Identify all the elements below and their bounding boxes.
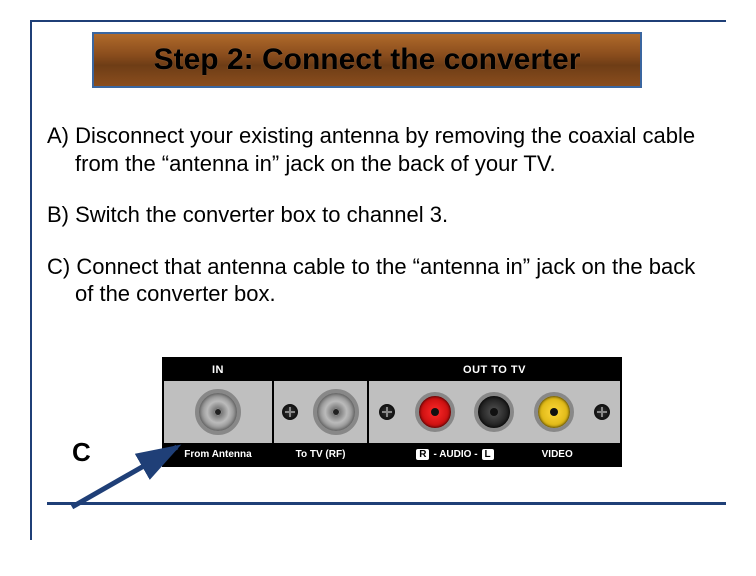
header-in: IN bbox=[164, 359, 272, 381]
jack-from-antenna bbox=[195, 389, 241, 435]
rca-audio-right bbox=[415, 392, 455, 432]
callout-letter-c: C bbox=[72, 437, 91, 468]
step-a: A) Disconnect your existing antenna by r… bbox=[47, 122, 707, 177]
step-a-text: A) Disconnect your existing antenna by r… bbox=[47, 122, 707, 177]
section-out-to-tv: OUT TO TV R - AUDIO - L VIDEO bbox=[369, 359, 620, 465]
rca-video bbox=[534, 392, 574, 432]
video-text: VIDEO bbox=[542, 449, 573, 460]
header-blank: . bbox=[274, 359, 367, 381]
label-from-antenna: From Antenna bbox=[164, 443, 272, 465]
step-c: C) Connect that antenna cable to the “an… bbox=[47, 253, 707, 308]
title-banner: Step 2: Connect the converter bbox=[92, 32, 642, 88]
bottom-rule bbox=[47, 502, 726, 505]
step-b: B) Switch the converter box to channel 3… bbox=[47, 201, 707, 229]
step-c-text: C) Connect that antenna cable to the “an… bbox=[47, 253, 707, 308]
screw-icon bbox=[282, 404, 298, 420]
body-text: A) Disconnect your existing antenna by r… bbox=[47, 122, 707, 332]
section-in: IN From Antenna bbox=[164, 359, 274, 465]
slide-title: Step 2: Connect the converter bbox=[154, 43, 581, 77]
audio-mid-text: - AUDIO - bbox=[433, 449, 477, 460]
screw-icon bbox=[594, 404, 610, 420]
jack-to-tv-rf bbox=[313, 389, 359, 435]
header-out: OUT TO TV bbox=[369, 359, 620, 381]
audio-r-tag: R bbox=[416, 449, 429, 460]
converter-back-panel: IN From Antenna . To TV (RF) OUT TO TV bbox=[162, 357, 622, 467]
slide-frame: Step 2: Connect the converter A) Disconn… bbox=[30, 20, 726, 540]
label-audio-video: R - AUDIO - L VIDEO bbox=[369, 443, 620, 465]
screw-icon bbox=[379, 404, 395, 420]
label-to-tv-rf: To TV (RF) bbox=[274, 443, 367, 465]
rca-audio-left bbox=[474, 392, 514, 432]
section-to-tv-rf: . To TV (RF) bbox=[274, 359, 369, 465]
audio-l-tag: L bbox=[482, 449, 494, 460]
step-b-text: B) Switch the converter box to channel 3… bbox=[47, 201, 707, 229]
